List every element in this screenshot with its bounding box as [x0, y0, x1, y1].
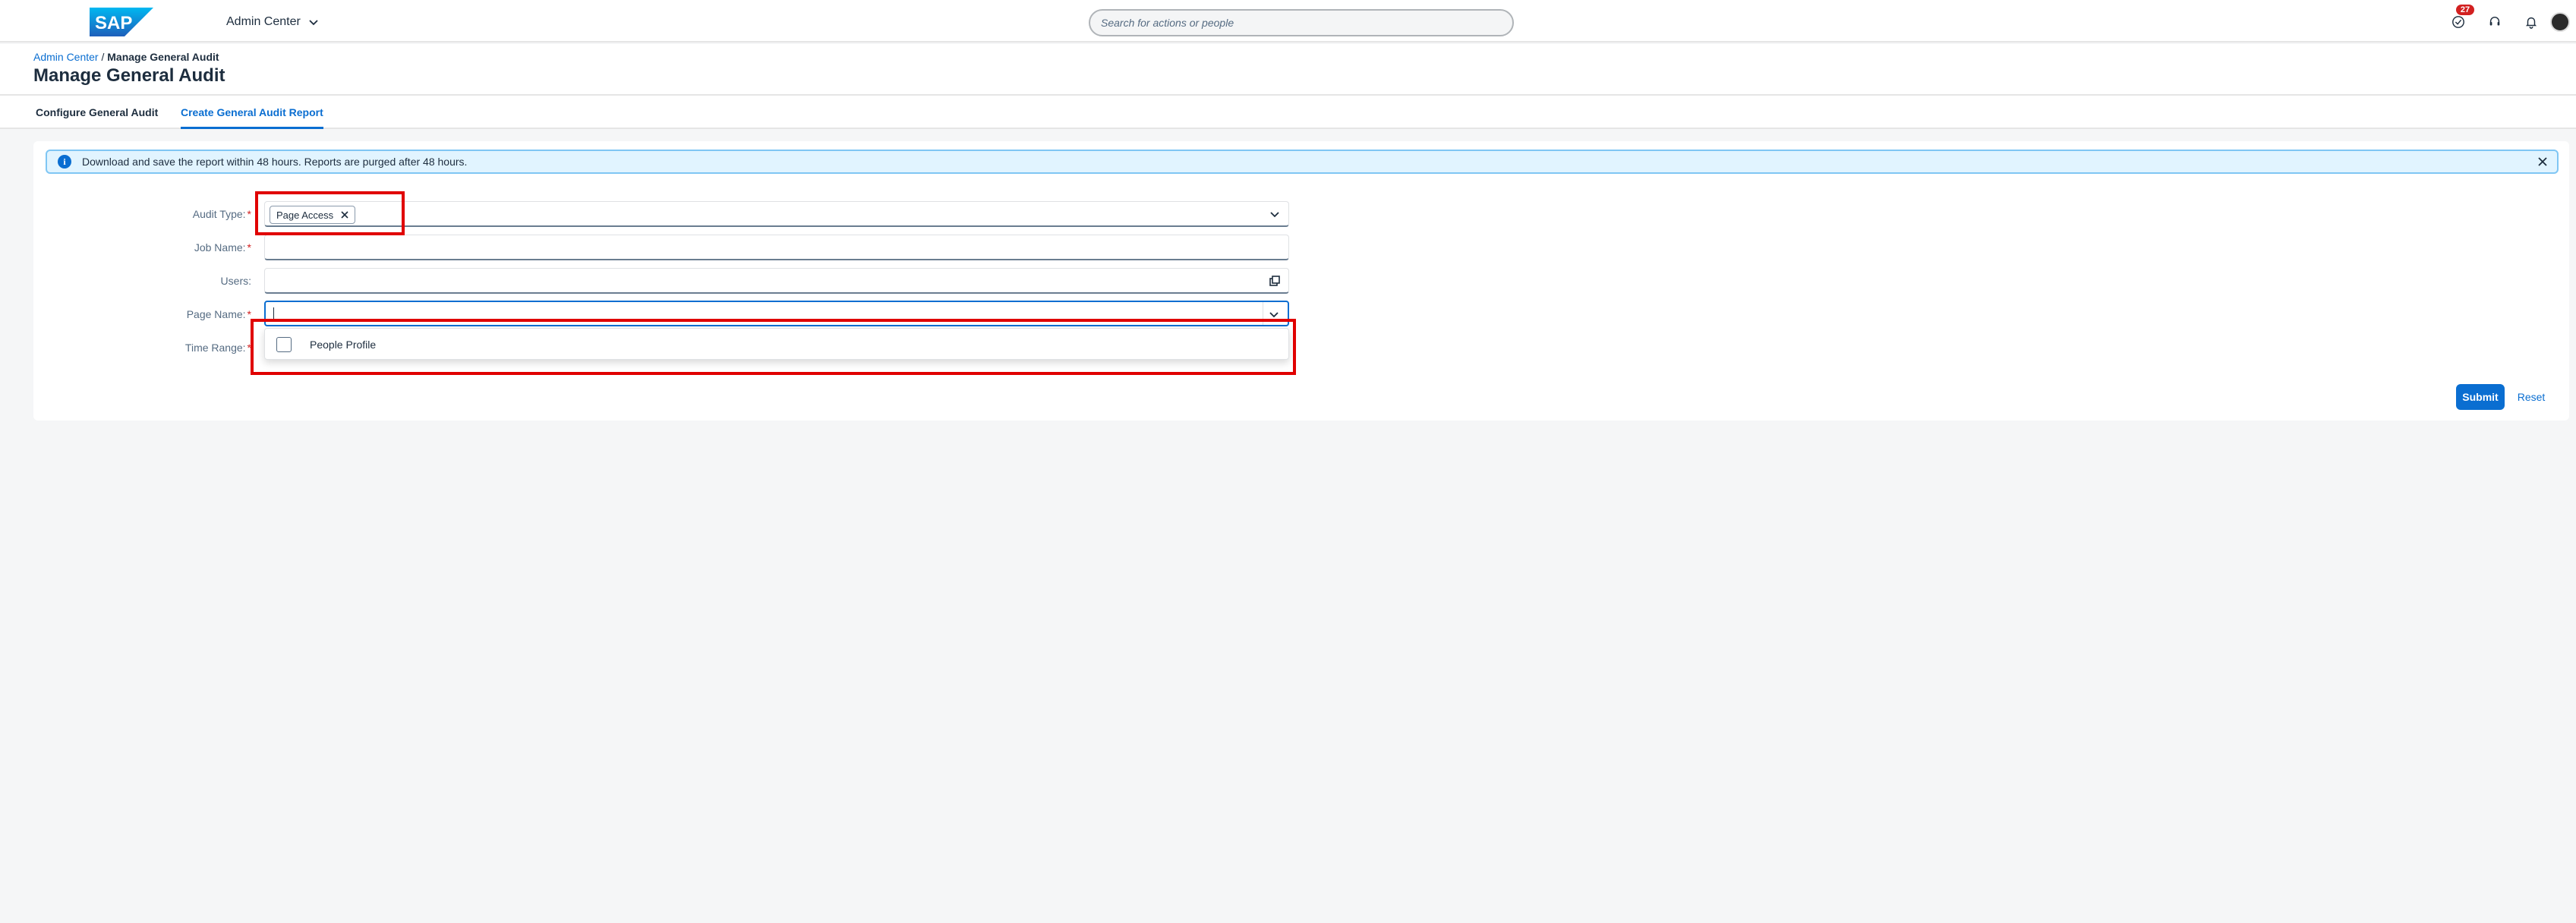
- shell-bar: SAP Admin Center 27: [0, 0, 2576, 43]
- required-marker: *: [247, 308, 251, 320]
- info-message-text: Download and save the report within 48 h…: [82, 156, 468, 168]
- value-help-icon[interactable]: [1269, 275, 1281, 287]
- option-checkbox[interactable]: [276, 337, 292, 352]
- page-header: Admin Center / Manage General Audit Mana…: [0, 44, 2576, 96]
- time-range-label-text: Time Range:: [184, 342, 246, 354]
- close-icon[interactable]: [2536, 155, 2549, 169]
- help-button[interactable]: [2483, 11, 2506, 33]
- page-name-multicombobox[interactable]: [264, 301, 1289, 326]
- page-name-dropdown-list: People Profile: [264, 328, 1289, 360]
- job-name-input[interactable]: [265, 235, 1288, 259]
- users-field[interactable]: [264, 268, 1289, 294]
- token-label: Page Access: [276, 209, 334, 221]
- required-marker: *: [247, 342, 251, 354]
- breadcrumb: Admin Center / Manage General Audit: [33, 51, 219, 63]
- text-cursor: [273, 307, 274, 321]
- token-remove-icon[interactable]: [341, 211, 348, 219]
- tab-configure-general-audit[interactable]: Configure General Audit: [36, 96, 158, 129]
- audit-type-label-text: Audit Type:: [192, 208, 246, 220]
- users-input[interactable]: [265, 269, 1288, 292]
- users-label: Users:: [99, 275, 251, 287]
- search-input[interactable]: [1101, 17, 1512, 29]
- breadcrumb-separator: /: [98, 51, 108, 63]
- tab-create-general-audit-report[interactable]: Create General Audit Report: [181, 96, 323, 129]
- option-label: People Profile: [310, 339, 377, 351]
- audit-type-label: Audit Type: *: [99, 208, 251, 220]
- svg-text:SAP: SAP: [95, 13, 132, 33]
- breadcrumb-link-admin-center[interactable]: Admin Center: [33, 51, 99, 63]
- avatar: [2550, 12, 2570, 32]
- breadcrumb-current: Manage General Audit: [107, 51, 219, 63]
- page-name-label-text: Page Name:: [186, 308, 246, 320]
- job-name-label: Job Name: *: [99, 241, 251, 254]
- headset-icon: [2489, 17, 2500, 26]
- page-name-label: Page Name: *: [99, 308, 251, 320]
- info-message-strip: i Download and save the report within 48…: [46, 150, 2559, 174]
- reset-button[interactable]: Reset: [2511, 384, 2551, 410]
- time-range-label: Time Range: *: [99, 342, 251, 354]
- profile-button[interactable]: [2549, 11, 2571, 33]
- job-name-label-text: Job Name:: [194, 241, 246, 254]
- global-search[interactable]: [1089, 9, 1514, 36]
- todo-check-icon: [2452, 16, 2464, 28]
- page-title: Manage General Audit: [33, 65, 225, 86]
- todo-button[interactable]: 27: [2447, 5, 2474, 33]
- required-marker: *: [247, 208, 251, 220]
- notification-count-badge: 27: [2456, 5, 2474, 15]
- info-icon: i: [58, 155, 71, 169]
- job-name-field[interactable]: [264, 235, 1289, 260]
- bell-icon: [2525, 17, 2537, 29]
- chevron-down-icon: [309, 20, 318, 26]
- chevron-down-icon[interactable]: [1269, 208, 1281, 220]
- submit-button[interactable]: Submit: [2456, 384, 2505, 410]
- notifications-button[interactable]: [2520, 11, 2543, 33]
- tab-bar: Configure General Audit Create General A…: [0, 96, 2576, 129]
- audit-type-multicombobox[interactable]: Page Access: [264, 201, 1289, 227]
- audit-type-token[interactable]: Page Access: [270, 206, 356, 224]
- sap-logo[interactable]: SAP: [90, 8, 153, 36]
- app-title-menu[interactable]: Admin Center: [226, 11, 319, 33]
- chevron-down-icon[interactable]: [1268, 308, 1280, 320]
- users-label-text: Users:: [220, 275, 251, 287]
- app-title: Admin Center: [226, 15, 301, 28]
- required-marker: *: [247, 241, 251, 254]
- list-item[interactable]: People Profile: [265, 329, 1288, 361]
